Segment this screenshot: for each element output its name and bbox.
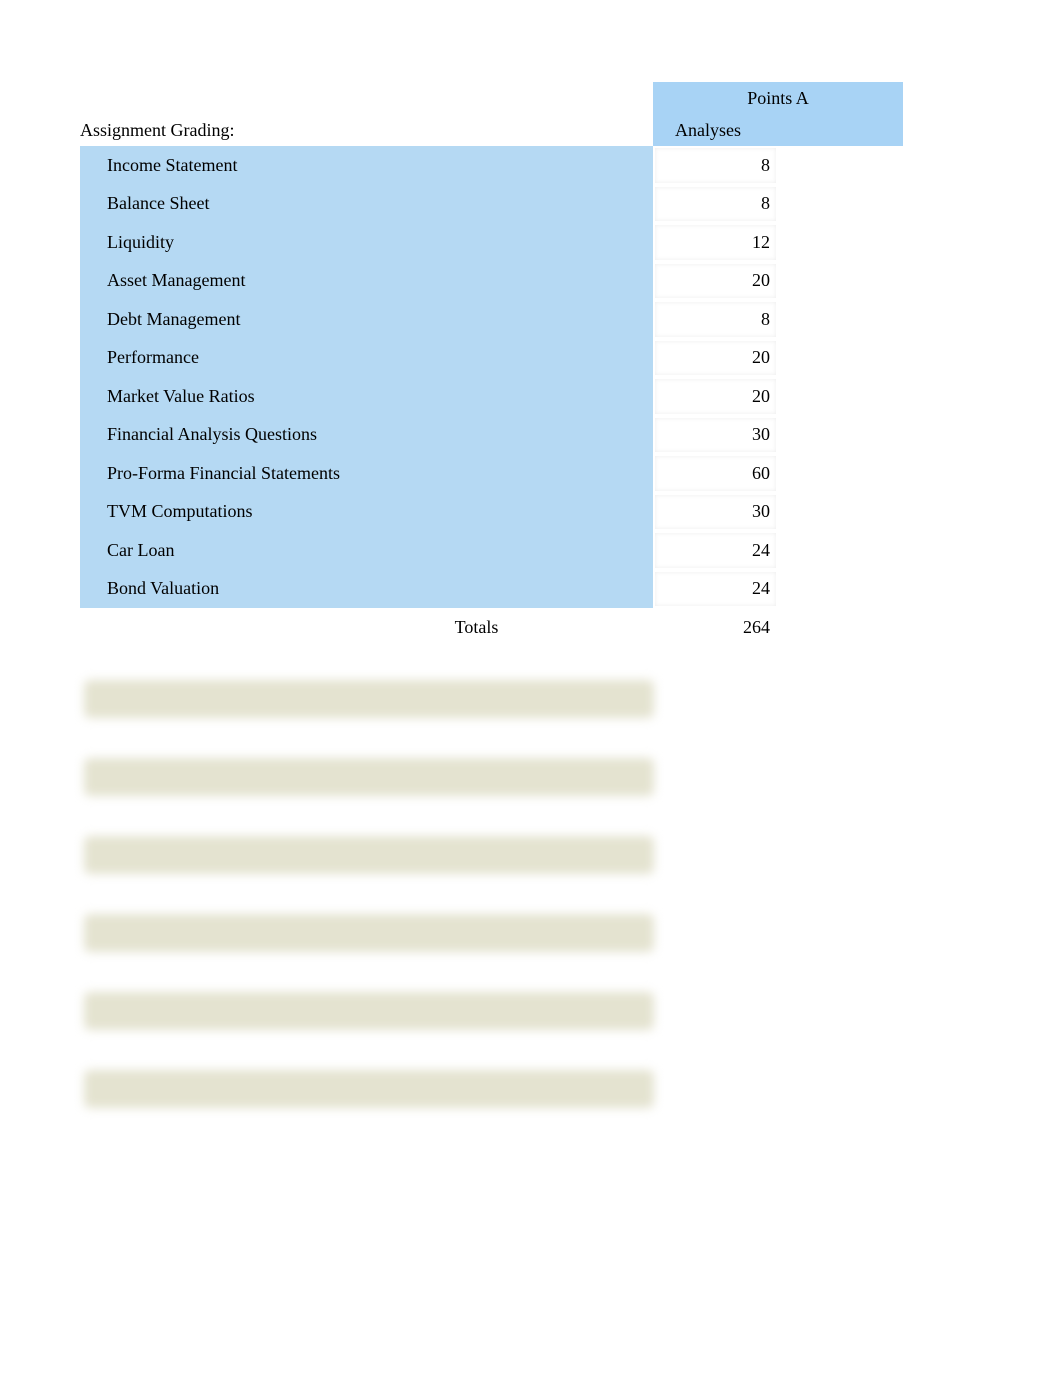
blurred-row: [84, 758, 654, 796]
row-value: 8: [653, 300, 778, 339]
header-points-a: Points A: [653, 82, 903, 114]
row-value: 30: [653, 493, 778, 532]
row-label: Balance Sheet: [80, 185, 653, 224]
header-analyses: Analyses: [653, 114, 903, 146]
table-row: Asset Management 20: [80, 262, 778, 301]
blurred-row: [84, 836, 654, 874]
blurred-content: [84, 680, 654, 1148]
row-label: Liquidity: [80, 223, 653, 262]
table-row: TVM Computations 30: [80, 493, 778, 532]
row-value: 24: [653, 570, 778, 609]
row-label: Debt Management: [80, 300, 653, 339]
row-label: Asset Management: [80, 262, 653, 301]
row-label: Pro-Forma Financial Statements: [80, 454, 653, 493]
table-row: Financial Analysis Questions 30: [80, 416, 778, 455]
table-row: Balance Sheet 8: [80, 185, 778, 224]
table-row: Debt Management 8: [80, 300, 778, 339]
row-value: 30: [653, 416, 778, 455]
table-row: Car Loan 24: [80, 531, 778, 570]
blurred-row: [84, 914, 654, 952]
table-row: Pro-Forma Financial Statements 60: [80, 454, 778, 493]
assignment-grading-label: Assignment Grading:: [80, 120, 235, 141]
table-row: Market Value Ratios 20: [80, 377, 778, 416]
row-label: Financial Analysis Questions: [80, 416, 653, 455]
grading-table: Income Statement 8 Balance Sheet 8 Liqui…: [80, 146, 778, 608]
row-value: 8: [653, 146, 778, 185]
blurred-row: [84, 1070, 654, 1108]
row-label: Performance: [80, 339, 653, 378]
row-value: 12: [653, 223, 778, 262]
table-row: Performance 20: [80, 339, 778, 378]
row-label: Market Value Ratios: [80, 377, 653, 416]
row-label: Income Statement: [80, 146, 653, 185]
table-row: Income Statement 8: [80, 146, 778, 185]
row-value: 8: [653, 185, 778, 224]
totals-row: Totals 264: [80, 610, 778, 644]
totals-value: 264: [653, 617, 778, 638]
row-value: 20: [653, 377, 778, 416]
blurred-row: [84, 680, 654, 718]
row-value: 20: [653, 262, 778, 301]
table-row: Liquidity 12: [80, 223, 778, 262]
table-row: Bond Valuation 24: [80, 570, 778, 609]
row-value: 20: [653, 339, 778, 378]
row-label: TVM Computations: [80, 493, 653, 532]
row-value: 60: [653, 454, 778, 493]
row-value: 24: [653, 531, 778, 570]
row-label: Bond Valuation: [80, 570, 653, 609]
blurred-row: [84, 992, 654, 1030]
row-label: Car Loan: [80, 531, 653, 570]
totals-label: Totals: [80, 617, 653, 638]
